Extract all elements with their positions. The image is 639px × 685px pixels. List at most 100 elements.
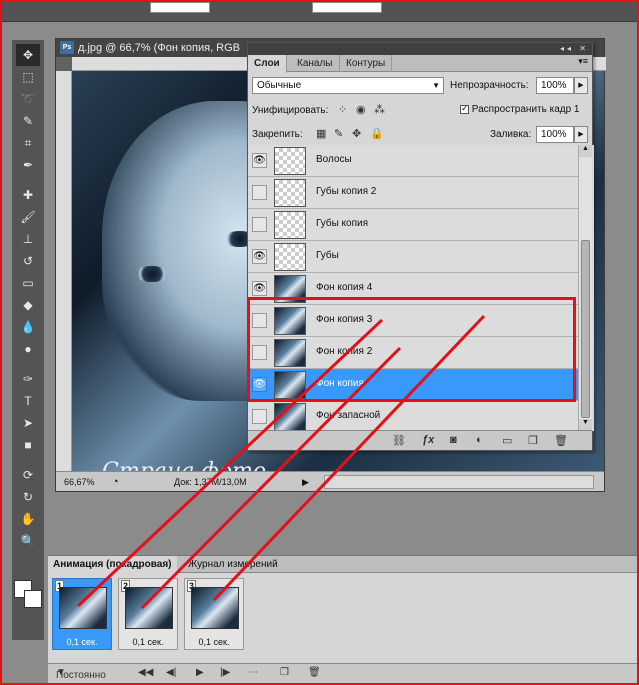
- dodge-tool-icon[interactable]: ●: [16, 338, 40, 360]
- loop-select[interactable]: Постоянно ▼: [56, 667, 106, 681]
- layers-scrollbar[interactable]: ▲ ▼: [578, 145, 592, 431]
- document-size: Док: 1,37M/13,0M: [174, 477, 247, 487]
- marquee-tool-icon[interactable]: ⬚: [16, 66, 40, 88]
- frame-delay[interactable]: 0,1 сек.: [119, 637, 177, 647]
- photoshop-icon: Ps: [60, 41, 74, 54]
- blur-tool-icon[interactable]: 💧: [16, 316, 40, 338]
- scroll-thumb[interactable]: [581, 240, 590, 418]
- portrait-eye-left: [134, 266, 170, 282]
- status-menu-icon[interactable]: ◔: [112, 472, 119, 492]
- new-layer-icon[interactable]: ❐: [528, 434, 538, 447]
- unify-visibility-icon[interactable]: ◉: [356, 103, 366, 116]
- rectangle-tool-icon[interactable]: ■: [16, 434, 40, 456]
- layer-row[interactable]: Губы копия: [248, 209, 580, 241]
- document-status-bar: 66,67% ◔ Док: 1,37M/13,0M ▶: [56, 471, 604, 491]
- options-field[interactable]: [150, 2, 210, 13]
- unify-position-icon[interactable]: ⁘: [338, 103, 347, 116]
- lock-transparency-icon[interactable]: ▦: [316, 127, 326, 140]
- propagate-checkbox[interactable]: [460, 103, 469, 114]
- delete-frame-icon[interactable]: 🗑: [308, 667, 321, 678]
- history-brush-tool-icon[interactable]: ↺: [16, 250, 40, 272]
- layer-visibility-eye-icon[interactable]: 👁: [252, 249, 267, 264]
- animation-controls: Постоянно ▼ ◀◀ ◀| ▶ |▶ ⋯ ❐ 🗑: [48, 663, 637, 683]
- brush-tool-icon[interactable]: 🖌: [16, 206, 40, 228]
- status-arrow-icon[interactable]: ▶: [302, 472, 309, 492]
- quick-selection-tool-icon[interactable]: ✎: [16, 110, 40, 132]
- horizontal-scrollbar[interactable]: [324, 475, 594, 489]
- layer-visibility-eye-icon[interactable]: 👁: [252, 281, 267, 296]
- adjustment-layer-icon[interactable]: ◐: [476, 434, 483, 446]
- tab-layers[interactable]: Слои: [248, 55, 287, 73]
- eraser-tool-icon[interactable]: ▭: [16, 272, 40, 294]
- vertical-ruler[interactable]: [56, 71, 72, 471]
- panel-titlebar[interactable]: ◂◂ ✕: [248, 43, 592, 55]
- color-swatches[interactable]: [14, 570, 44, 634]
- path-selection-tool-icon[interactable]: ➤: [16, 412, 40, 434]
- add-mask-icon[interactable]: ◙: [450, 434, 457, 446]
- layer-row[interactable]: 👁 Волосы: [248, 145, 580, 177]
- lock-pixels-icon[interactable]: ✎: [334, 127, 343, 140]
- frame-delay[interactable]: 0,1 сек.: [185, 637, 243, 647]
- opacity-dropdown-icon[interactable]: ▶: [574, 77, 588, 94]
- panel-menu-icon[interactable]: ▾≡: [578, 56, 588, 67]
- first-frame-icon[interactable]: ◀◀: [138, 667, 153, 678]
- delete-layer-icon[interactable]: 🗑: [554, 434, 568, 447]
- healing-brush-tool-icon[interactable]: ✚: [16, 184, 40, 206]
- layers-bottom-bar: ⛓ ƒx ◙ ◐ ▭ ❐ 🗑: [248, 430, 592, 450]
- type-tool-icon[interactable]: T: [16, 390, 40, 412]
- layer-row[interactable]: 👁 Губы: [248, 241, 580, 273]
- animation-frame-2[interactable]: 2 0,1 сек.: [118, 578, 178, 650]
- 3d-orbit-tool-icon[interactable]: ↻: [16, 486, 40, 508]
- frame-thumbnail: [59, 587, 107, 629]
- opacity-input[interactable]: 100%: [536, 77, 574, 94]
- clone-stamp-tool-icon[interactable]: ⊥: [16, 228, 40, 250]
- tween-icon[interactable]: ⋯: [248, 667, 258, 678]
- fill-dropdown-icon[interactable]: ▶: [574, 126, 588, 143]
- animation-frame-1[interactable]: 1 0,1 сек.: [52, 578, 112, 650]
- layer-visibility-toggle[interactable]: [252, 217, 267, 232]
- zoom-tool-icon[interactable]: 🔍: [16, 530, 40, 552]
- tab-paths[interactable]: Контуры: [340, 55, 393, 72]
- new-group-icon[interactable]: ▭: [502, 434, 512, 447]
- next-frame-icon[interactable]: |▶: [220, 667, 230, 678]
- panel-window-controls[interactable]: ◂◂ ✕: [560, 44, 589, 53]
- play-icon[interactable]: ▶: [196, 667, 204, 678]
- blend-mode-select[interactable]: Обычные ▼: [252, 77, 444, 94]
- opacity-label: Непрозрачность:: [450, 80, 529, 91]
- lasso-tool-icon[interactable]: ➰: [16, 88, 40, 110]
- options-field-2[interactable]: [312, 2, 382, 13]
- link-layers-icon[interactable]: ⛓: [392, 434, 406, 447]
- tab-animation[interactable]: Анимация (покадровая): [48, 556, 177, 573]
- paint-bucket-tool-icon[interactable]: ◆: [16, 294, 40, 316]
- hand-tool-icon[interactable]: ✋: [16, 508, 40, 530]
- move-tool-icon[interactable]: ✥: [16, 44, 40, 66]
- layer-row[interactable]: Фон запасной: [248, 401, 580, 431]
- scroll-up-icon[interactable]: ▲: [579, 145, 592, 157]
- frame-delay[interactable]: 0,1 сек.: [53, 637, 111, 647]
- tab-channels[interactable]: Каналы: [291, 55, 340, 72]
- 3d-rotate-tool-icon[interactable]: ⟳: [16, 464, 40, 486]
- unify-style-icon[interactable]: ⁂: [374, 103, 385, 116]
- duplicate-frame-icon[interactable]: ❐: [280, 667, 289, 678]
- eyedropper-tool-icon[interactable]: ✒: [16, 154, 40, 176]
- animation-frame-3[interactable]: 3 0,1 сек.: [184, 578, 244, 650]
- tab-measurement-log[interactable]: Журнал измерений: [183, 556, 283, 573]
- layer-visibility-eye-icon[interactable]: 👁: [252, 153, 267, 168]
- blend-row: Обычные ▼ Непрозрачность: 100% ▶: [248, 74, 592, 98]
- lock-position-icon[interactable]: ✥: [352, 127, 361, 140]
- lock-all-icon[interactable]: 🔒: [370, 127, 384, 140]
- layer-row[interactable]: Губы копия 2: [248, 177, 580, 209]
- fx-icon[interactable]: ƒx: [422, 434, 434, 446]
- zoom-level[interactable]: 66,67%: [64, 472, 95, 492]
- frame-thumbnail: [191, 587, 239, 629]
- layer-thumbnail: [274, 147, 306, 175]
- layer-visibility-toggle[interactable]: [252, 185, 267, 200]
- fill-input[interactable]: 100%: [536, 126, 574, 143]
- background-color[interactable]: [24, 590, 42, 608]
- pen-tool-icon[interactable]: ✑: [16, 368, 40, 390]
- layer-visibility-toggle[interactable]: [252, 409, 267, 424]
- propagate-frame-option[interactable]: Распространить кадр 1: [460, 103, 580, 115]
- animation-panel-tabs: Анимация (покадровая) Журнал измерений: [48, 556, 637, 573]
- crop-tool-icon[interactable]: ⌗: [16, 132, 40, 154]
- prev-frame-icon[interactable]: ◀|: [166, 667, 176, 678]
